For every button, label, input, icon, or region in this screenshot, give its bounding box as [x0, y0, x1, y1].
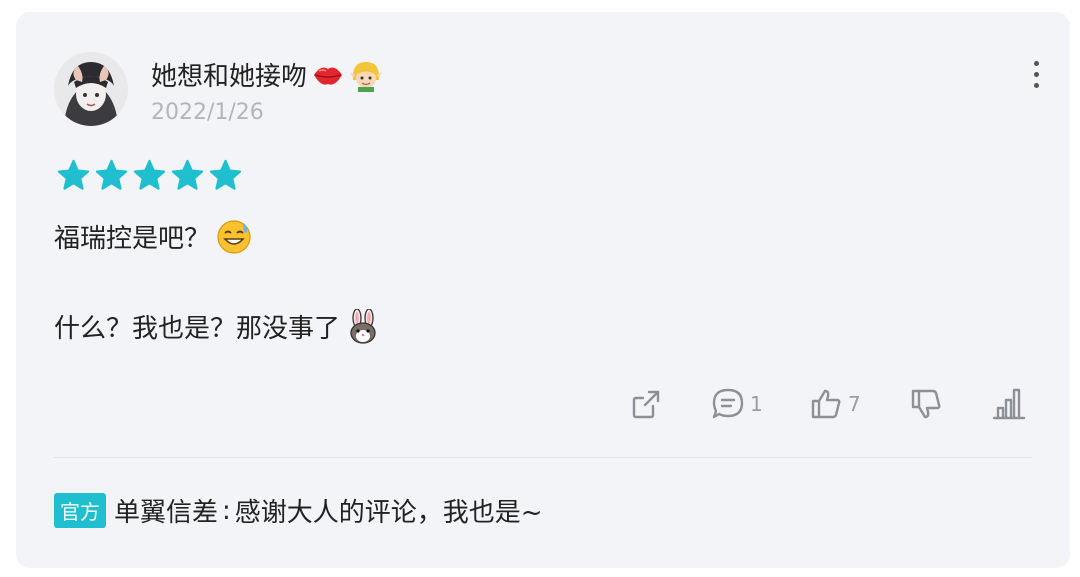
star-icon [95, 159, 128, 190]
thumbs-down-icon [911, 389, 941, 419]
divider [54, 457, 1032, 458]
official-reply: 官方 单翼信差 : 感谢大人的评论，我也是~ [54, 492, 543, 529]
username-text: 她想和她接吻 [151, 62, 308, 92]
reply-separator: : [222, 495, 231, 526]
comment-card: 她想和她接吻 2022/1/26 福瑞控是吧？ 什么？我也是？那没事了 1 7 … [16, 12, 1070, 568]
post-date: 2022/1/26 [151, 100, 264, 125]
review-text-1: 福瑞控是吧？ [54, 224, 211, 254]
sweat-smile-emoji-icon [216, 219, 252, 255]
comment-count: 1 [750, 392, 763, 416]
dislike-button[interactable] [908, 384, 944, 424]
star-icon [133, 159, 166, 190]
elf-emoji-icon [349, 58, 383, 92]
rabbit-emoji-icon [346, 308, 380, 345]
review-line-2: 什么？我也是？那没事了 [54, 308, 380, 345]
star-icon [209, 159, 242, 190]
like-count: 7 [848, 392, 861, 416]
like-button[interactable]: 7 [808, 384, 861, 424]
share-button[interactable] [628, 384, 664, 424]
dot-icon [1033, 60, 1039, 66]
comment-icon [712, 388, 744, 419]
comment-button[interactable]: 1 [710, 384, 763, 424]
reply-author[interactable]: 单翼信差 [114, 492, 218, 529]
reply-text: 感谢大人的评论，我也是~ [234, 498, 543, 528]
dot-icon [1033, 71, 1039, 77]
username[interactable]: 她想和她接吻 [151, 56, 383, 93]
stats-button[interactable] [990, 384, 1026, 424]
more-options-button[interactable] [1024, 56, 1048, 92]
avatar[interactable] [54, 52, 128, 126]
official-badge: 官方 [54, 493, 106, 528]
star-icon [57, 159, 90, 190]
thumbs-up-icon [811, 389, 841, 419]
review-line-1: 福瑞控是吧？ [54, 218, 252, 255]
review-text-2: 什么？我也是？那没事了 [54, 314, 341, 344]
star-rating [56, 158, 243, 193]
lips-emoji-icon [311, 60, 345, 90]
bar-chart-icon [992, 388, 1026, 420]
dot-icon [1033, 82, 1039, 88]
share-icon [632, 390, 660, 419]
star-icon [171, 159, 204, 190]
